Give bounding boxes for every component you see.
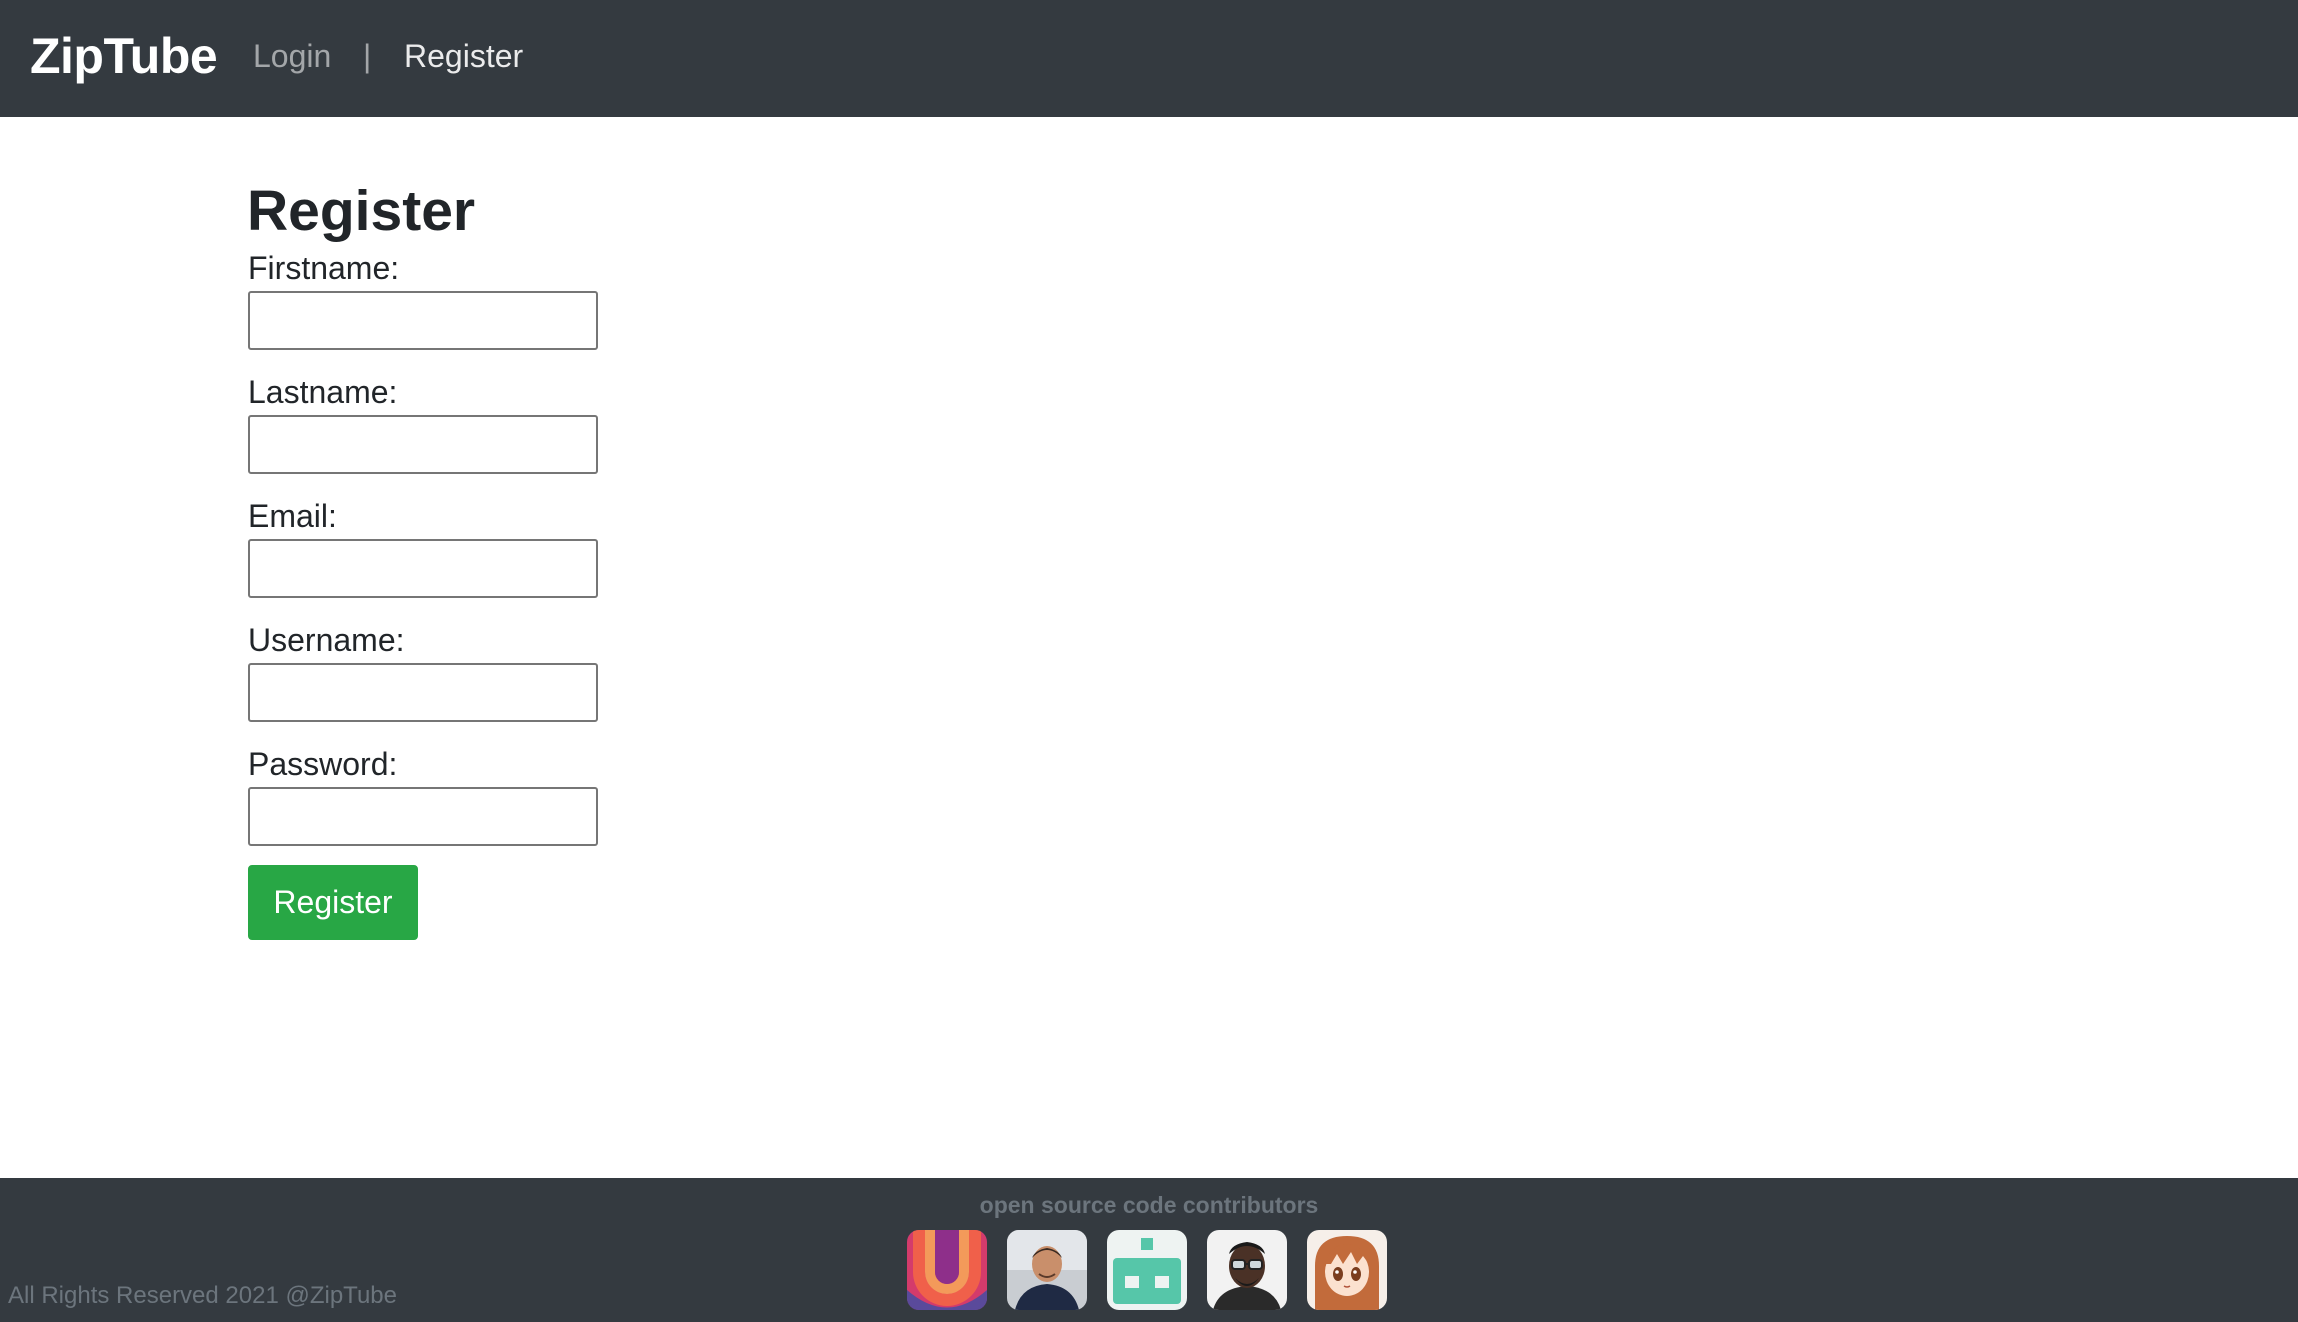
lastname-label: Lastname: [248,374,398,410]
robot-identicon-avatar-icon [1107,1230,1187,1310]
person-glasses-photo-avatar-icon [1207,1230,1287,1310]
password-label: Password: [248,746,398,782]
anime-character-avatar-icon [1307,1230,1387,1310]
firstname-field[interactable] [248,291,598,350]
contributor-avatar-3[interactable] [1107,1230,1187,1310]
contributor-avatar-2[interactable] [1007,1230,1087,1310]
contributors-heading: open source code contributors [979,1192,1319,1218]
person-photo-avatar-icon [1007,1230,1087,1310]
email-field[interactable] [248,539,598,598]
abstract-wave-avatar-icon [907,1230,987,1310]
username-field[interactable] [248,663,598,722]
contributor-avatar-1[interactable] [907,1230,987,1310]
username-label: Username: [248,622,405,658]
page-title: Register [247,179,476,243]
nav-login-link[interactable]: Login [253,36,331,76]
brand-logo-link[interactable]: ZipTube [30,26,218,86]
copyright-text: All Rights Reserved 2021 @ZipTube [8,1282,397,1309]
email-label: Email: [248,498,337,534]
register-page: ZipTube Login | Register Register Firstn… [0,0,2298,1322]
firstname-label: Firstname: [248,250,400,286]
nav-separator: | [363,38,372,74]
contributor-avatar-4[interactable] [1207,1230,1287,1310]
lastname-field[interactable] [248,415,598,474]
page-footer: open source code contributors All Rights… [0,1178,2298,1322]
contributor-avatar-5[interactable] [1307,1230,1387,1310]
top-navbar: ZipTube Login | Register [0,0,2298,117]
password-field[interactable] [248,787,598,846]
register-submit-button[interactable]: Register [248,865,418,940]
nav-register-link[interactable]: Register [404,36,523,76]
